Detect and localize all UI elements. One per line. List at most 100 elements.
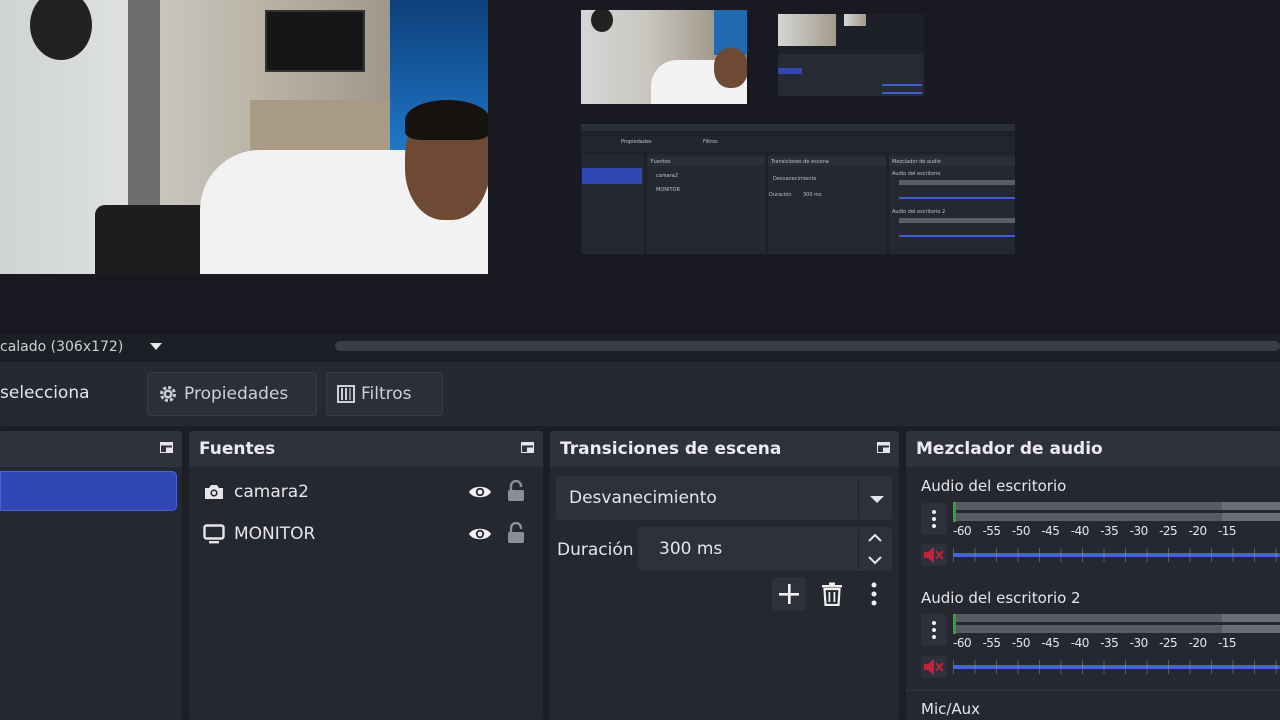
mini-head-shape xyxy=(714,48,747,88)
tick-label: -25 xyxy=(1159,636,1178,650)
nested-cam2-shape xyxy=(844,14,866,26)
track-name: Audio del escritorio xyxy=(921,477,1067,495)
eye-icon[interactable] xyxy=(468,526,492,542)
tick-label: -25 xyxy=(1159,524,1178,538)
thumb-mixer-title: Mezclador de audio xyxy=(892,159,941,165)
scene-transitions-panel: Transiciones de escena xyxy=(550,431,899,720)
tick-label: -45 xyxy=(1041,636,1060,650)
undock-icon[interactable] xyxy=(877,442,890,453)
monitor-icon xyxy=(203,524,225,544)
thumb-fader1 xyxy=(899,197,1015,199)
dropdown-separator xyxy=(858,478,859,518)
slider-ticks xyxy=(953,660,1280,674)
filters-button[interactable]: Filtros xyxy=(326,372,443,416)
transition-select[interactable]: Desvanecimiento xyxy=(556,476,892,520)
thumb-duration-value: 300 ms xyxy=(803,192,822,198)
tick-label: -40 xyxy=(1070,524,1090,538)
tick-label: -60 xyxy=(953,524,972,538)
sources-panel: Fuentes camara2 MONITOR xyxy=(189,431,543,720)
nested-fader2-shape xyxy=(882,92,922,94)
webcam-source-preview[interactable] xyxy=(0,0,488,274)
camera-icon xyxy=(205,485,223,499)
speaker-muted-icon[interactable] xyxy=(921,544,947,566)
tick-label: -15 xyxy=(1217,636,1237,650)
volume-meter-bar-high xyxy=(1222,502,1280,510)
chevron-down-icon[interactable] xyxy=(870,496,884,503)
slider-ticks xyxy=(953,548,1280,562)
thumb-track1: Audio del escritorio xyxy=(892,171,941,177)
track-name: Mic/Aux xyxy=(921,700,981,718)
source-item-monitor[interactable]: MONITOR xyxy=(189,514,543,554)
unlock-icon[interactable] xyxy=(507,522,525,544)
duration-label: Duración xyxy=(557,540,634,560)
person-hair-shape xyxy=(405,100,488,140)
scene-item-selected[interactable] xyxy=(0,471,177,511)
spin-separator xyxy=(858,529,859,569)
trash-icon xyxy=(822,582,842,606)
thumb-fader2 xyxy=(899,235,1015,237)
source-label: camara2 xyxy=(234,482,309,502)
tick-label: -55 xyxy=(982,524,1001,538)
sources-panel-header: Fuentes xyxy=(189,431,543,467)
plus-icon xyxy=(779,584,799,604)
volume-meter-bar-high xyxy=(1222,614,1280,622)
thumb-properties-text: Propiedades xyxy=(621,139,652,145)
thumb-meter2 xyxy=(899,218,1015,223)
unlock-icon[interactable] xyxy=(507,480,525,502)
monitor-capture-webcam-thumb xyxy=(581,10,747,104)
thumb-toolbar-shape xyxy=(581,124,1015,131)
properties-button[interactable]: Propiedades xyxy=(147,372,317,416)
volume-meter-bar-high xyxy=(1222,625,1280,633)
source-item-camara2[interactable]: camara2 xyxy=(189,472,543,512)
tick-label: -35 xyxy=(1100,636,1119,650)
thumb-sources-title: Fuentes xyxy=(651,159,671,165)
preview-horizontal-scrollbar[interactable] xyxy=(335,341,1280,351)
tick-label: -20 xyxy=(1188,524,1208,538)
tick-label: -45 xyxy=(1041,524,1060,538)
tick-label: -60 xyxy=(953,636,972,650)
source-label: MONITOR xyxy=(234,524,316,544)
monitor-capture-ui-thumb: Propiedades Filtros Fuentes camara2 MONI… xyxy=(581,124,1015,254)
add-transition-button[interactable] xyxy=(772,577,806,611)
mixer-panel-header: Mezclador de audio xyxy=(906,431,1280,467)
thumb-transition-value: Desvanecimiento xyxy=(773,176,817,182)
remove-transition-button[interactable] xyxy=(815,577,849,611)
tv-shape xyxy=(265,10,365,72)
scaling-label: calado (306x172) xyxy=(0,339,124,355)
chevron-down-icon[interactable] xyxy=(867,554,883,566)
speaker-muted-icon[interactable] xyxy=(921,656,947,678)
thumb-sources-panel xyxy=(647,154,765,254)
meter-scale: -60 -55 -50 -45 -40 -35 -30 -25 -20 -15 xyxy=(953,524,1237,538)
thumb-mixer-panel xyxy=(889,154,1015,254)
volume-meter-bar xyxy=(956,625,1222,633)
nested-panels-shape xyxy=(778,54,924,96)
meter-scale: -60 -55 -50 -45 -40 -35 -30 -25 -20 -15 xyxy=(953,636,1237,650)
thumb-filters-text: Filtros xyxy=(703,139,718,145)
undock-icon[interactable] xyxy=(160,442,173,453)
thumb-track2: Audio del escritorio 2 xyxy=(892,209,946,215)
track-config-button[interactable] xyxy=(921,614,947,646)
transition-menu-button[interactable] xyxy=(857,577,891,611)
tick-label: -55 xyxy=(982,636,1001,650)
tick-label: -30 xyxy=(1129,524,1149,538)
monitor-capture-nested-thumb xyxy=(778,14,924,96)
tick-label: -50 xyxy=(1011,524,1031,538)
duration-spinbox[interactable]: 300 ms xyxy=(638,527,892,571)
chevron-up-icon[interactable] xyxy=(867,532,883,544)
mixer-title: Mezclador de audio xyxy=(916,439,1103,459)
audio-mixer-panel: Mezclador de audio xyxy=(906,431,1280,720)
nested-cam-shape xyxy=(778,14,836,46)
tick-label: -20 xyxy=(1188,636,1208,650)
thumb-duration-label: Duración xyxy=(769,192,792,198)
track-name: Audio del escritorio 2 xyxy=(921,589,1081,607)
thumb-source-1: camara2 xyxy=(656,173,679,179)
chevron-down-icon[interactable] xyxy=(150,343,162,350)
transition-select-value: Desvanecimiento xyxy=(569,488,717,508)
filters-label: Filtros xyxy=(361,384,412,404)
track-divider xyxy=(906,690,1280,691)
eye-icon[interactable] xyxy=(468,484,492,500)
undock-icon[interactable] xyxy=(521,442,534,453)
nested-fader-shape xyxy=(882,84,922,86)
gear-icon xyxy=(160,386,176,402)
track-config-button[interactable] xyxy=(921,503,947,535)
